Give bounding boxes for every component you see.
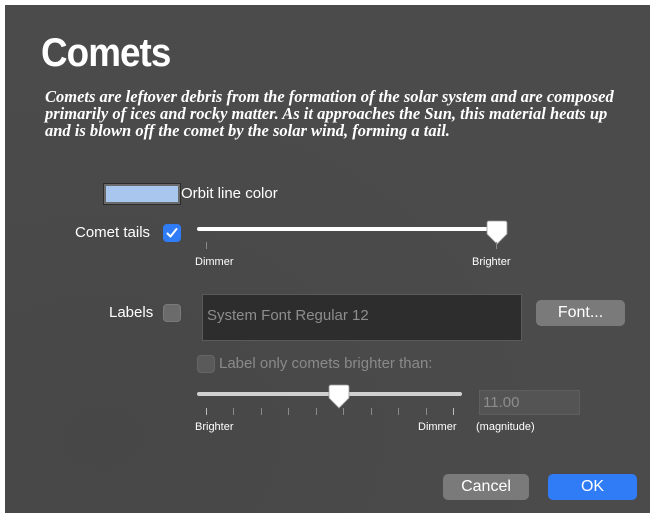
orbit-color-swatch [106, 186, 178, 202]
font-button[interactable]: Font... [536, 300, 625, 326]
comet-tails-min-label: Dimmer [195, 256, 234, 268]
magnitude-tick [233, 408, 234, 415]
labels-checkbox[interactable] [163, 304, 181, 322]
magnitude-slider-thumb[interactable] [328, 384, 350, 410]
magnitude-tick [398, 408, 399, 415]
magnitude-tick [343, 408, 344, 415]
font-preview-field: System Font Regular 12 [202, 294, 522, 341]
comet-tails-slider-thumb[interactable] [486, 220, 508, 246]
label-filter-checkbox[interactable] [197, 355, 215, 373]
magnitude-unit-label: (magnitude) [476, 421, 535, 433]
ok-button[interactable]: OK [548, 474, 637, 500]
magnitude-tick [288, 408, 289, 415]
magnitude-min-label: Brighter [195, 421, 234, 433]
dialog-description: Comets are leftover debris from the form… [45, 87, 614, 140]
comets-dialog: Comets Comets are leftover debris from t… [5, 5, 650, 513]
label-filter-label: Label only comets brighter than: [219, 355, 433, 372]
magnitude-tick [316, 408, 317, 415]
magnitude-tick [426, 408, 427, 415]
orbit-color-well[interactable] [103, 183, 181, 205]
dialog-title: Comets [41, 31, 171, 75]
magnitude-tick [261, 408, 262, 415]
comet-tails-max-label: Brighter [472, 256, 511, 268]
magnitude-tick [206, 408, 207, 415]
magnitude-tick [371, 408, 372, 415]
comet-tails-slider-track[interactable] [197, 227, 507, 231]
magnitude-max-label: Dimmer [418, 421, 457, 433]
checkmark-icon [166, 228, 178, 238]
comet-tails-checkbox[interactable] [163, 224, 181, 242]
comet-tails-tick [206, 242, 207, 249]
comet-tails-label: Comet tails [75, 224, 151, 241]
labels-label: Labels [109, 304, 154, 321]
comet-tails-tick [496, 242, 497, 249]
orbit-color-label: Orbit line color [181, 185, 278, 202]
magnitude-tick [453, 408, 454, 415]
cancel-button[interactable]: Cancel [443, 474, 529, 500]
magnitude-field[interactable]: 11.00 [479, 390, 580, 415]
